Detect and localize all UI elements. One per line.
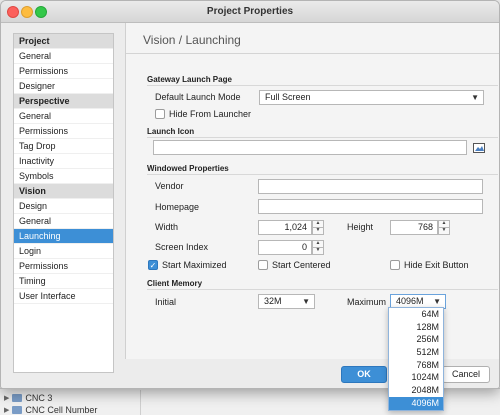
dropdown-option[interactable]: 4096M	[389, 396, 443, 410]
nav-item[interactable]: Design	[14, 199, 113, 214]
hide-from-launcher-checkbox[interactable]: Hide From Launcher	[155, 109, 251, 119]
screen-index-label: Screen Index	[155, 242, 209, 252]
windowed-properties-section-title: Windowed Properties	[147, 164, 229, 173]
folder-icon	[12, 406, 23, 414]
width-value[interactable]: 1,024	[258, 220, 312, 235]
ok-button[interactable]: OK	[341, 366, 387, 383]
background-tree-row[interactable]: ▶ CNC Cell Number	[4, 405, 97, 415]
height-spinner[interactable]: 768 ▲ ▼	[390, 220, 450, 235]
homepage-label: Homepage	[155, 202, 200, 212]
properties-nav: Project General Permissions Designer Perspec…	[13, 33, 114, 373]
nav-item[interactable]: General	[14, 49, 113, 64]
decrement-arrow-icon[interactable]: ▼	[312, 227, 324, 235]
checkmark-icon[interactable]: ✓	[148, 260, 158, 270]
launch-icon-path-field[interactable]	[153, 140, 467, 155]
launch-mode-value: Full Screen	[265, 92, 311, 102]
client-memory-section-title: Client Memory	[147, 279, 203, 288]
nav-item[interactable]: Permissions	[14, 64, 113, 79]
expand-arrow-icon[interactable]: ▶	[4, 406, 9, 414]
tree-row-label: CNC 3	[25, 393, 53, 403]
width-label: Width	[155, 222, 179, 232]
decrement-arrow-icon[interactable]: ▼	[438, 227, 450, 235]
width-spinner[interactable]: 1,024 ▲ ▼	[258, 220, 324, 235]
launch-mode-label: Default Launch Mode	[155, 92, 241, 102]
nav-item[interactable]: General	[14, 109, 113, 124]
title-divider	[126, 53, 499, 54]
start-maximized-checkbox[interactable]: ✓ Start Maximized	[148, 260, 227, 270]
nav-item[interactable]: Permissions	[14, 124, 113, 139]
nav-category: Vision	[14, 184, 113, 199]
nav-item[interactable]: Inactivity	[14, 154, 113, 169]
maximum-memory-value: 4096M	[396, 296, 424, 306]
background-divider	[140, 390, 141, 415]
start-centered-label: Start Centered	[272, 260, 331, 270]
section-divider	[147, 137, 498, 138]
start-maximized-label: Start Maximized	[162, 260, 227, 270]
nav-category: Perspective	[14, 94, 113, 109]
initial-memory-select[interactable]: 32M ▼	[258, 294, 315, 309]
initial-memory-label: Initial	[155, 297, 177, 307]
tree-row-label: CNC Cell Number	[25, 405, 98, 415]
checkbox-box[interactable]	[390, 260, 400, 270]
nav-item[interactable]: Symbols	[14, 169, 113, 184]
hide-from-launcher-label: Hide From Launcher	[169, 109, 252, 119]
nav-item[interactable]: Login	[14, 244, 113, 259]
section-divider	[147, 289, 498, 290]
increment-arrow-icon[interactable]: ▲	[438, 220, 450, 227]
section-divider	[147, 85, 498, 86]
checkbox-box[interactable]	[258, 260, 268, 270]
vendor-label: Vendor	[155, 181, 184, 191]
expand-arrow-icon[interactable]: ▶	[4, 394, 9, 402]
height-label: Height	[347, 222, 374, 232]
decrement-arrow-icon[interactable]: ▼	[312, 247, 324, 255]
hide-exit-button-label: Hide Exit Button	[404, 260, 469, 270]
nav-item[interactable]: Designer	[14, 79, 113, 94]
section-divider	[147, 174, 498, 175]
dropdown-option[interactable]: 512M	[389, 346, 443, 359]
nav-item[interactable]: Timing	[14, 274, 113, 289]
launch-icon-section-title: Launch Icon	[147, 127, 195, 136]
nav-item[interactable]: General	[14, 214, 113, 229]
dropdown-option[interactable]: 768M	[389, 359, 443, 372]
dropdown-option[interactable]: 128M	[389, 321, 443, 334]
height-value[interactable]: 768	[390, 220, 438, 235]
gateway-launch-section-title: Gateway Launch Page	[147, 75, 232, 84]
start-centered-checkbox[interactable]: Start Centered	[258, 260, 331, 270]
nav-item[interactable]: Tag Drop	[14, 139, 113, 154]
dropdown-option[interactable]: 2048M	[389, 384, 443, 397]
nav-item[interactable]: Launching	[14, 229, 113, 244]
title-bar[interactable]: Project Properties	[1, 1, 499, 23]
browse-image-icon[interactable]	[473, 142, 485, 153]
increment-arrow-icon[interactable]: ▲	[312, 240, 324, 247]
dropdown-option[interactable]: 64M	[389, 308, 443, 321]
hide-exit-button-checkbox[interactable]: Hide Exit Button	[390, 260, 469, 270]
background-tree-row[interactable]: ▶ CNC 3	[4, 393, 52, 403]
vendor-field[interactable]	[258, 179, 483, 194]
nav-category: Project	[14, 34, 113, 49]
chevron-down-icon: ▼	[471, 93, 479, 102]
screen-index-value[interactable]: 0	[258, 240, 312, 255]
dropdown-option[interactable]: 1024M	[389, 371, 443, 384]
maximum-memory-label: Maximum	[347, 297, 387, 307]
launch-mode-select[interactable]: Full Screen ▼	[259, 90, 484, 105]
page-title: Vision / Launching	[143, 33, 241, 47]
cancel-button[interactable]: Cancel	[442, 366, 490, 383]
chevron-down-icon: ▼	[302, 297, 310, 306]
nav-item[interactable]: User Interface	[14, 289, 113, 304]
initial-memory-value: 32M	[264, 296, 282, 306]
dropdown-option[interactable]: 256M	[389, 333, 443, 346]
folder-icon	[12, 394, 23, 402]
screen-index-spinner[interactable]: 0 ▲ ▼	[258, 240, 324, 255]
nav-item[interactable]: Permissions	[14, 259, 113, 274]
checkbox-box[interactable]	[155, 109, 165, 119]
maximum-memory-options-list: 64M 128M 256M 512M 768M 1024M 2048M 4096M	[388, 307, 444, 411]
increment-arrow-icon[interactable]: ▲	[312, 220, 324, 227]
homepage-field[interactable]	[258, 199, 483, 214]
window-title: Project Properties	[206, 6, 294, 17]
